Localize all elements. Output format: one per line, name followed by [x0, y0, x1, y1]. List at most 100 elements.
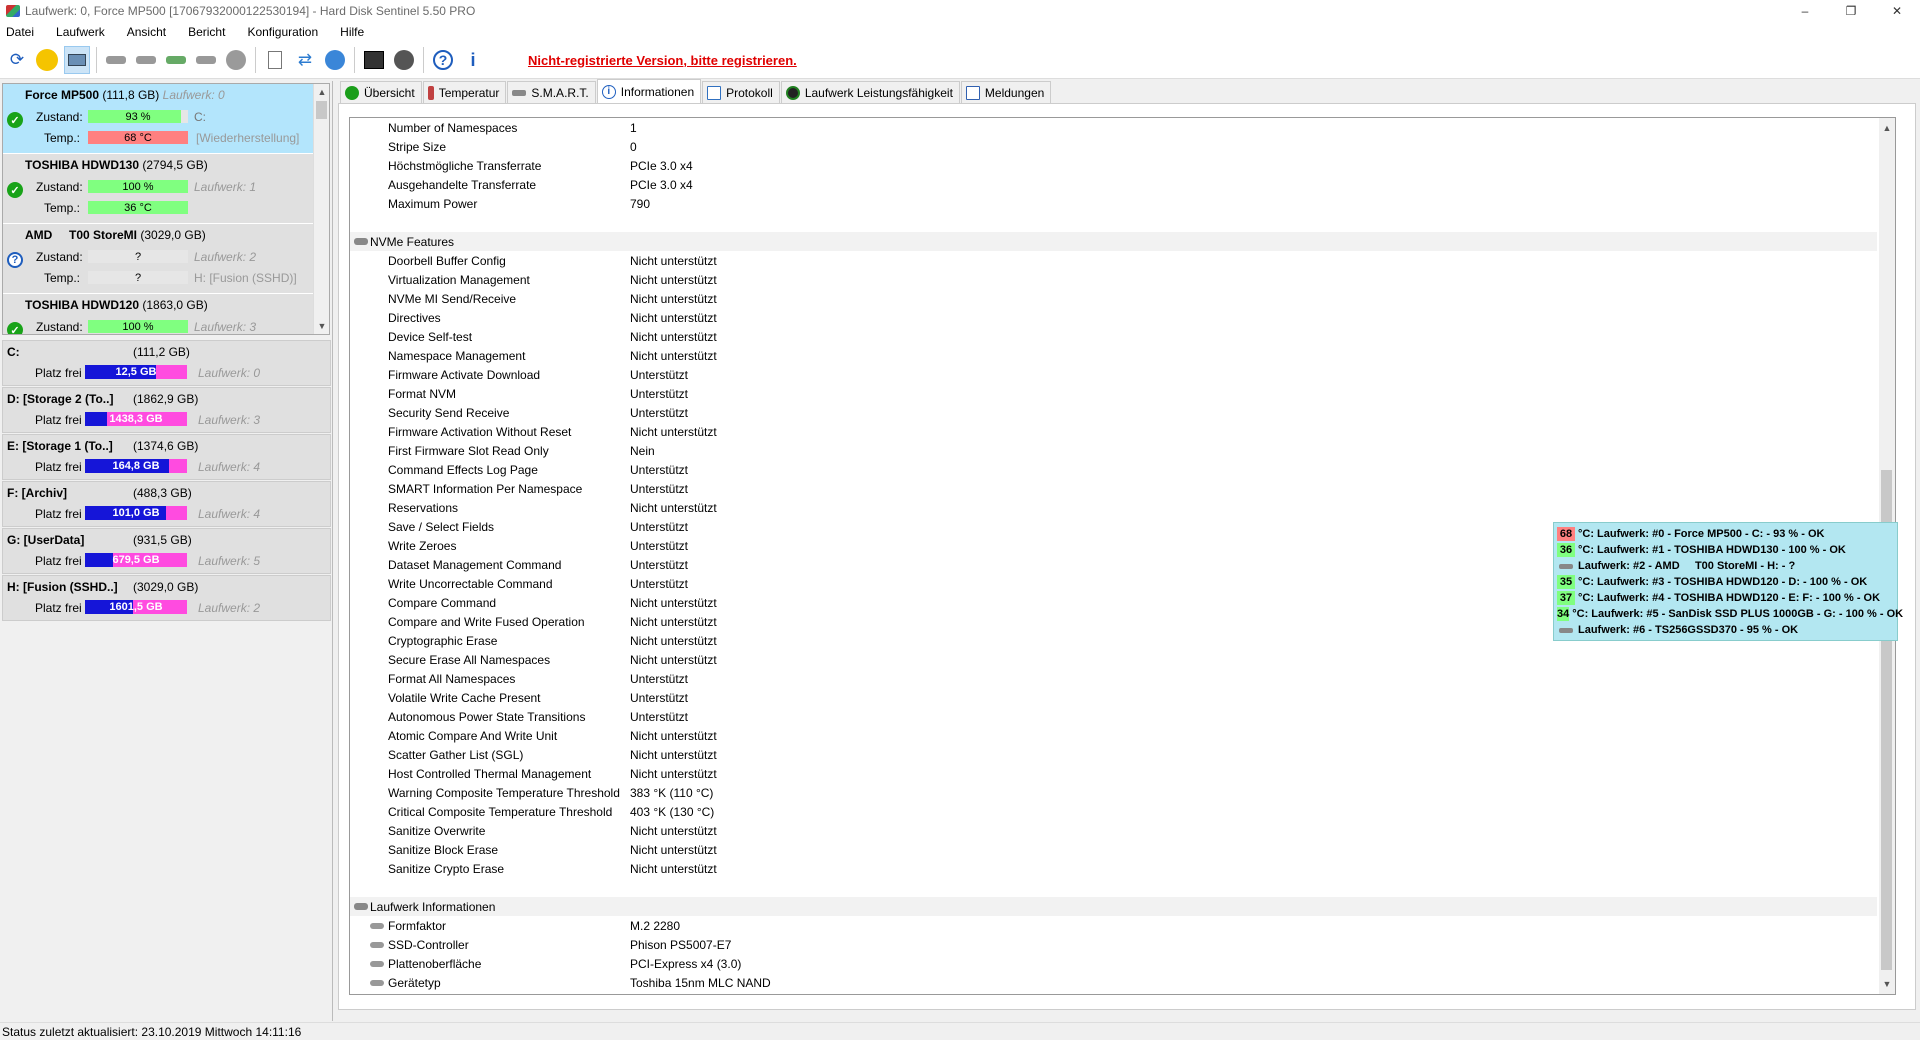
web-report-icon[interactable]	[322, 46, 348, 74]
disk-item-2[interactable]: AMD T00 StoreMI (3029,0 GB) ? Zustand: ?…	[3, 224, 314, 294]
info-row[interactable]: Atomic Compare And Write Unit Nicht unter…	[350, 726, 1895, 745]
info-row[interactable]: First Firmware Slot Read Only Nein	[350, 441, 1895, 460]
tab-smart[interactable]: S.M.A.R.T.	[507, 81, 596, 103]
info-row[interactable]: Sanitize Block Erase Nicht unterstützt	[350, 840, 1895, 859]
menu-hilfe[interactable]: Hilfe	[340, 25, 364, 39]
menu-ansicht[interactable]: Ansicht	[127, 25, 166, 39]
maximize-button[interactable]: ❐	[1828, 0, 1874, 22]
scroll-down-icon[interactable]: ▼	[1879, 976, 1895, 992]
tab-uebersicht[interactable]: Übersicht	[340, 81, 422, 103]
disk-list-scrollbar[interactable]: ▲ ▼	[313, 84, 329, 334]
disk-circle-icon[interactable]	[223, 46, 249, 74]
info-row[interactable]: Device Self-test Nicht unterstützt	[350, 327, 1895, 346]
tab-meldungen[interactable]: Meldungen	[960, 81, 1052, 103]
volume-item-h[interactable]: H: [Fusion (SSHD..] (3029,0 GB) Platz fr…	[2, 575, 331, 621]
disk-icon	[1557, 623, 1575, 637]
info-row[interactable]: Reservations Nicht unterstützt	[350, 498, 1895, 517]
scroll-up-icon[interactable]: ▲	[1879, 120, 1895, 136]
minimize-button[interactable]: –	[1782, 0, 1828, 22]
temperature-badge: 34	[1557, 607, 1570, 621]
section-nvme-features[interactable]: NVMe Features	[350, 232, 1877, 251]
report-icon[interactable]	[262, 46, 288, 74]
scroll-up-icon[interactable]: ▲	[314, 84, 329, 100]
acoustic-icon[interactable]	[391, 46, 417, 74]
info-row[interactable]: Plattenoberfläche PCI-Express x4 (3.0)	[350, 954, 1895, 973]
info-row[interactable]: Autonomous Power State Transitions Unters…	[350, 707, 1895, 726]
info-row[interactable]: Doorbell Buffer Config Nicht unterstützt	[350, 251, 1895, 270]
disk-item-1[interactable]: TOSHIBA HDWD130 (2794,5 GB) ✓ Zustand: 1…	[3, 154, 314, 224]
info-row[interactable]: Stripe Size 0	[350, 137, 1895, 156]
info-row[interactable]: Secure Erase All Namespaces Nicht unterst…	[350, 650, 1895, 669]
info-row[interactable]: SMART Information Per Namespace Unterstüt…	[350, 479, 1895, 498]
registration-link[interactable]: Nicht-registrierte Version, bitte regist…	[528, 53, 797, 68]
disk-size: (111,8 GB)	[102, 88, 160, 102]
info-row[interactable]: NVMe MI Send/Receive Nicht unterstützt	[350, 289, 1895, 308]
info-row[interactable]: Critical Composite Temperature Threshold…	[350, 802, 1895, 821]
info-row[interactable]: Virtualization Management Nicht unterstüt…	[350, 270, 1895, 289]
tab-protokoll[interactable]: Protokoll	[702, 81, 780, 103]
info-row[interactable]: Command Effects Log Page Unterstützt	[350, 460, 1895, 479]
info-row[interactable]: Host Controlled Thermal Management Nicht …	[350, 764, 1895, 783]
alert-icon[interactable]	[34, 46, 60, 74]
section-laufwerk-informationen[interactable]: Laufwerk Informationen	[350, 897, 1877, 916]
info-row[interactable]: SSD-Controller Phison PS5007-E7	[350, 935, 1895, 954]
menu-bericht[interactable]: Bericht	[188, 25, 225, 39]
info-key: Scatter Gather List (SGL)	[388, 747, 524, 762]
disk-item-3[interactable]: TOSHIBA HDWD120 (1863,0 GB) ✓ Zustand: 1…	[3, 294, 314, 334]
info-row[interactable]: Scatter Gather List (SGL) Nicht unterstüt…	[350, 745, 1895, 764]
info-row[interactable]: Firmware Activation Without Reset Nicht u…	[350, 422, 1895, 441]
performance-icon[interactable]	[361, 46, 387, 74]
disk-view-icon[interactable]	[64, 46, 90, 74]
tab-temperatur[interactable]: Temperatur	[422, 81, 507, 103]
free-space-bar: 1438,3 GB	[85, 412, 187, 426]
info-row[interactable]: Formfaktor M.2 2280	[350, 916, 1895, 935]
info-row[interactable]: Firmware Activate Download Unterstützt	[350, 365, 1895, 384]
disk-item-0[interactable]: Force MP500 (111,8 GB) Laufwerk: 0 ✓ Zus…	[3, 84, 314, 154]
send-report-icon[interactable]: ⇄	[292, 46, 318, 74]
volume-item-e[interactable]: E: [Storage 1 (To..] (1374,6 GB) Platz f…	[2, 434, 331, 480]
info-icon[interactable]: i	[460, 46, 486, 74]
info-key: Plattenoberfläche	[388, 956, 482, 971]
info-row[interactable]: Directives Nicht unterstützt	[350, 308, 1895, 327]
volume-item-f[interactable]: F: [Archiv] (488,3 GB) Platz frei 101,0 …	[2, 481, 331, 527]
info-row[interactable]: Format All Namespaces Unterstützt	[350, 669, 1895, 688]
info-row[interactable]: Format NVM Unterstützt	[350, 384, 1895, 403]
help-icon[interactable]: ?	[430, 46, 456, 74]
menu-datei[interactable]: Datei	[6, 25, 34, 39]
info-row[interactable]: Number of Namespaces 1	[350, 118, 1895, 137]
disk-surface-icon[interactable]	[133, 46, 159, 74]
scroll-thumb[interactable]	[316, 101, 327, 119]
health-bar: 100 %	[88, 180, 188, 193]
info-row[interactable]: Gerätetyp Toshiba 15nm MLC NAND	[350, 973, 1895, 992]
volume-item-d[interactable]: D: [Storage 2 (To..] (1862,9 GB) Platz f…	[2, 387, 331, 433]
tab-informationen[interactable]: i Informationen	[596, 79, 702, 103]
tray-disk-text: Laufwerk: #6 - TS256GSSD370 - 95 % - OK	[1578, 624, 1799, 636]
info-row[interactable]: Sanitize Overwrite Nicht unterstützt	[350, 821, 1895, 840]
disk-settings-icon[interactable]	[193, 46, 219, 74]
info-row[interactable]: Warning Composite Temperature Threshold 3…	[350, 783, 1895, 802]
thermometer-icon	[427, 85, 434, 100]
info-row[interactable]: Ausgehandelte Transferrate PCIe 3.0 x4	[350, 175, 1895, 194]
temp-label: Temp.:	[44, 201, 81, 215]
info-value: Nicht unterstützt	[630, 766, 717, 781]
disk-health-icon[interactable]	[163, 46, 189, 74]
scroll-down-icon[interactable]: ▼	[314, 318, 329, 334]
refresh-icon[interactable]: ⟳	[4, 46, 30, 74]
tab-leistungsfaehigkeit[interactable]: Laufwerk Leistungsfähigkeit	[780, 81, 960, 103]
menu-konfiguration[interactable]: Konfiguration	[247, 25, 318, 39]
menu-laufwerk[interactable]: Laufwerk	[56, 25, 105, 39]
disk-test-icon[interactable]	[103, 46, 129, 74]
info-row[interactable]: Namespace Management Nicht unterstützt	[350, 346, 1895, 365]
info-row[interactable]: Sanitize Crypto Erase Nicht unterstützt	[350, 859, 1895, 878]
disk-size: (3029,0 GB)	[140, 228, 206, 242]
info-key: First Firmware Slot Read Only	[388, 443, 549, 458]
info-row[interactable]: Höchstmögliche Transferrate PCIe 3.0 x4	[350, 156, 1895, 175]
volume-item-c[interactable]: C: (111,2 GB) Platz frei 12,5 GB Laufwer…	[2, 340, 331, 386]
volume-item-g[interactable]: G: [UserData] (931,5 GB) Platz frei 679,…	[2, 528, 331, 574]
info-row[interactable]: Volatile Write Cache Present Unterstützt	[350, 688, 1895, 707]
free-space-label: Platz frei	[35, 601, 82, 615]
info-row[interactable]: Security Send Receive Unterstützt	[350, 403, 1895, 422]
temp-bar: ?	[88, 271, 188, 284]
info-row[interactable]: Maximum Power 790	[350, 194, 1895, 213]
close-button[interactable]: ✕	[1874, 0, 1920, 22]
